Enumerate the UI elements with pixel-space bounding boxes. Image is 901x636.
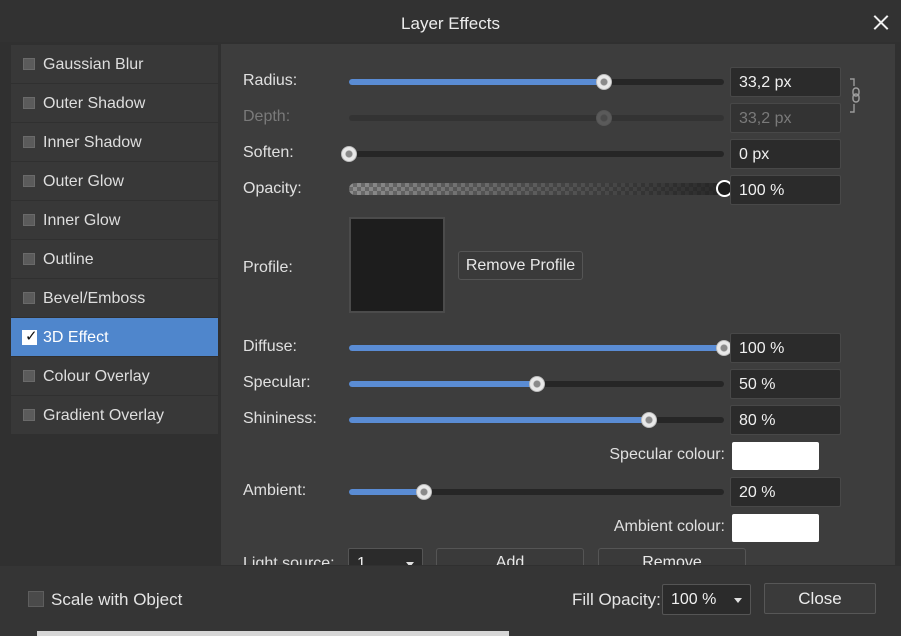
effect-item-outline[interactable]: Outline [11,240,218,278]
opacity-label: Opacity: [243,180,302,197]
ambient-label: Ambient: [243,482,307,499]
light-source-dropdown[interactable]: 1 [348,548,423,565]
depth-input: 33,2 px [730,103,841,133]
checkbox[interactable] [23,370,35,382]
horizontal-scrollbar[interactable] [37,631,509,636]
specular-colour-swatch[interactable] [732,442,819,470]
effect-label: Inner Glow [43,212,121,229]
specular-colour-label: Specular colour: [609,446,725,463]
slider-fill [349,79,604,85]
effect-label: Bevel/Emboss [43,290,146,307]
effect-label: Gaussian Blur [43,56,144,73]
effect-item-inner-glow[interactable]: Inner Glow [11,201,218,239]
effect-item-colour-overlay[interactable]: Colour Overlay [11,357,218,395]
soften-label: Soften: [243,144,294,161]
effect-item-outer-shadow[interactable]: Outer Shadow [11,84,218,122]
slider-fill [349,345,724,351]
scale-with-object-checkbox[interactable] [28,591,44,607]
diffuse-label: Diffuse: [243,338,297,355]
effect-label: Outer Glow [43,173,124,190]
effect-item-gaussian-blur[interactable]: Gaussian Blur [11,45,218,83]
link-chain-icon[interactable] [848,78,862,114]
remove-profile-button[interactable]: Remove Profile [458,251,583,280]
add-light-button[interactable]: Add [436,548,584,565]
effect-item-inner-shadow[interactable]: Inner Shadow [11,123,218,161]
effect-label: Outline [43,251,94,268]
window-title: Layer Effects [401,14,500,33]
slider-thumb[interactable] [528,376,545,392]
fill-opacity-dropdown[interactable]: 100 % [662,584,751,615]
shininess-input[interactable]: 80 % [730,405,841,435]
close-icon[interactable] [873,14,889,30]
depth-slider [349,110,724,126]
shininess-slider[interactable] [349,412,724,428]
close-button[interactable]: Close [764,583,876,614]
slider-fill [349,417,649,423]
checkbox[interactable] [23,214,35,226]
slider-thumb[interactable] [641,412,657,428]
effect-item-3d-effect[interactable]: ✓ 3D Effect [11,318,218,356]
diffuse-slider[interactable] [349,340,732,356]
effect-settings-panel: Radius: 33,2 px Depth: 33,2 px Soften: 0… [221,44,895,565]
chevron-down-icon [734,598,742,603]
effect-label: Colour Overlay [43,368,150,385]
title-bar: Layer Effects [0,0,901,42]
effect-label: 3D Effect [43,329,109,346]
checkbox[interactable] [23,97,35,109]
ambient-input[interactable]: 20 % [730,477,841,507]
slider-thumb[interactable] [341,146,357,162]
slider-fill [349,489,424,495]
opacity-input[interactable]: 100 % [730,175,841,205]
remove-light-button[interactable]: Remove [598,548,746,565]
effect-item-gradient-overlay[interactable]: Gradient Overlay [11,396,218,434]
effects-list: Gaussian Blur Outer Shadow Inner Shadow … [11,45,218,435]
radius-label: Radius: [243,72,298,89]
ambient-colour-label: Ambient colour: [613,518,725,535]
checkbox[interactable] [23,136,35,148]
checkbox[interactable] [23,292,35,304]
fill-opacity-label: Fill Opacity: [572,590,661,609]
chevron-down-icon [406,562,414,565]
effect-label: Inner Shadow [43,134,142,151]
checkbox[interactable] [23,175,35,187]
dialog-footer: Scale with Object Fill Opacity: 100 % Cl… [0,566,901,636]
ambient-slider[interactable] [349,484,724,500]
slider-thumb[interactable] [416,484,432,500]
check-icon: ✓ [25,328,38,345]
shininess-label: Shininess: [243,410,317,427]
slider-thumb [596,110,612,126]
checkbox[interactable] [23,58,35,70]
diffuse-input[interactable]: 100 % [730,333,841,363]
effect-label: Outer Shadow [43,95,146,112]
light-source-label: Light source: [243,555,335,565]
soften-input[interactable]: 0 px [730,139,841,169]
radius-slider[interactable] [349,74,724,90]
radius-input[interactable]: 33,2 px [730,67,841,97]
specular-label: Specular: [243,374,311,391]
opacity-gradient [349,183,724,195]
specular-input[interactable]: 50 % [730,369,841,399]
slider-thumb[interactable] [596,74,612,90]
dropdown-value: 1 [357,555,366,565]
effect-label: Gradient Overlay [43,407,164,424]
profile-label: Profile: [243,259,293,276]
opacity-slider[interactable] [349,180,733,197]
soften-slider[interactable] [341,146,724,162]
scale-with-object-label: Scale with Object [51,590,183,609]
checkbox[interactable] [23,253,35,265]
specular-slider[interactable] [349,376,724,392]
checkbox[interactable] [23,409,35,421]
ambient-colour-swatch[interactable] [732,514,819,542]
effect-item-outer-glow[interactable]: Outer Glow [11,162,218,200]
slider-fill [349,381,537,387]
effect-item-bevel-emboss[interactable]: Bevel/Emboss [11,279,218,317]
checkbox-checked[interactable]: ✓ [22,328,38,345]
dropdown-value: 100 % [671,591,717,608]
profile-curve-preview[interactable] [349,217,445,313]
depth-label: Depth: [243,108,291,125]
